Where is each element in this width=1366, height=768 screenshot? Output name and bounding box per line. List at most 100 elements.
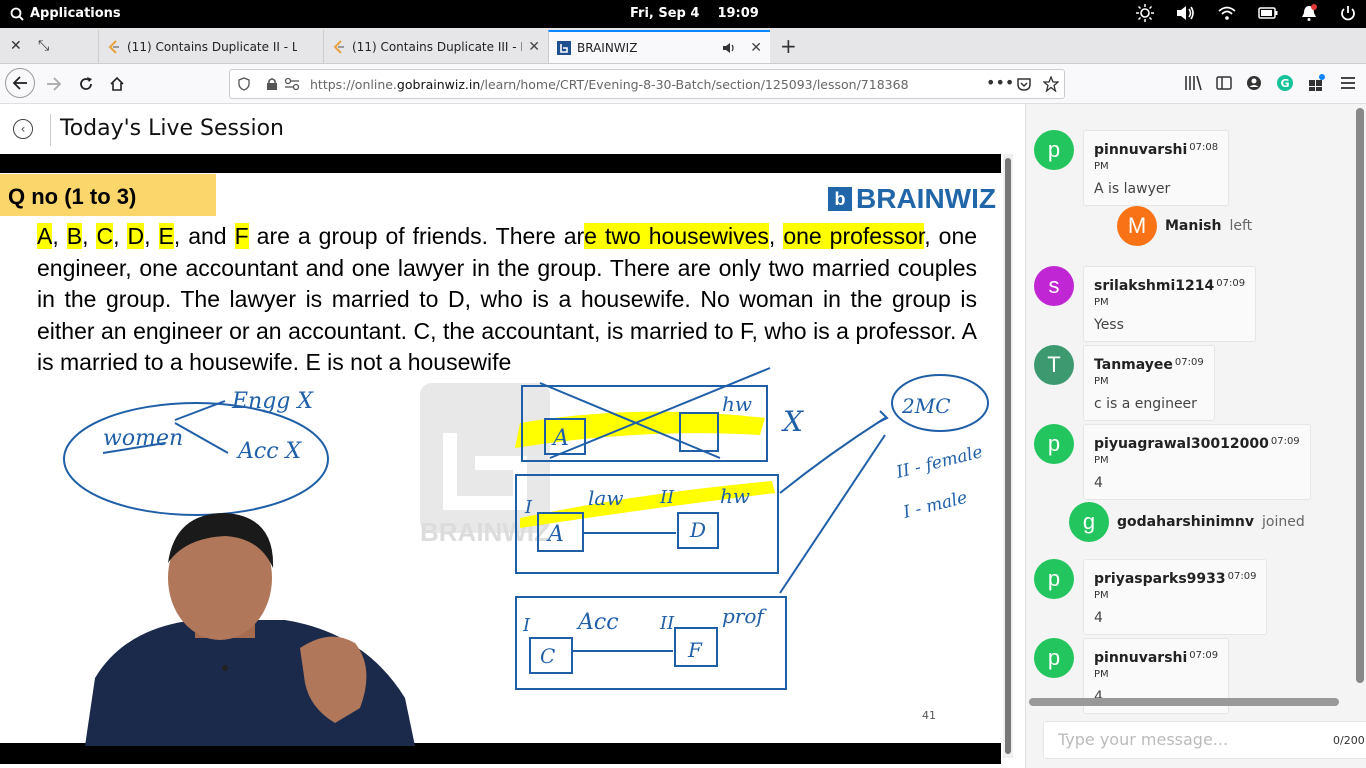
date-text: Fri, Sep 4 [630,6,700,21]
toolbar-icons: G [1184,74,1356,92]
scrollbar-thumb[interactable] [1005,158,1011,754]
content-scrollbar[interactable] [1003,154,1013,758]
home-icon [110,76,124,91]
handwriting-hw: hw [720,484,750,508]
message-author: piyuagrawal30012000 [1094,436,1269,452]
event-user: Manish [1165,218,1222,234]
url-path: /learn/home/CRT/Evening-8-30-Batch/secti… [480,76,909,92]
tab-contains-duplicate-iii[interactable]: (11) Contains Duplicate III - Le ✕ [323,30,548,63]
user-avatar: T [1034,345,1074,385]
close-tab-icon[interactable]: ✕ [528,39,540,55]
user-avatar: p [1034,424,1074,464]
reload-button[interactable] [72,70,100,98]
browser-nav-bar: https://online.gobrainwiz.in/learn/home/… [0,64,1366,104]
handwriting-d: D [689,518,706,542]
page-actions-icon[interactable]: ••• [986,73,1014,92]
message-text: Yess [1094,317,1124,333]
brightness-icon[interactable] [1136,4,1154,22]
power-icon[interactable] [1340,5,1356,21]
character-counter: 0/200 [1333,734,1365,747]
handwriting-hw: hw [722,392,752,416]
event-action: left [1229,218,1253,234]
handwriting-prof: prof [722,604,767,628]
arrow-left-icon [12,76,27,90]
clock[interactable]: Fri, Sep 4 19:09 [630,6,759,21]
leetcode-icon [108,39,119,54]
event-user: godaharshinimnv [1117,514,1254,530]
system-tray [1136,4,1356,22]
chat-input-box[interactable]: 0/200 [1043,721,1366,759]
event-row: g godaharshinimnv joined [1069,502,1305,542]
handwriting-numeral: II [659,613,675,634]
header-divider [50,114,51,146]
handwriting-numeral: I [524,497,533,518]
chat-vertical-scrollbar[interactable] [1356,108,1364,683]
user-avatar: M [1117,206,1157,246]
user-avatar: p [1034,638,1074,678]
slide-page-number: 41 [922,709,936,722]
pocket-icon[interactable] [1016,76,1032,92]
search-icon [10,7,24,21]
close-window-icon[interactable]: ✕ [10,38,22,54]
extensions-icon[interactable] [1308,74,1326,92]
speaker-icon[interactable] [723,42,737,54]
browser-tab-bar: ✕ ⤡ (11) Contains Duplicate II - Le (11)… [0,28,1366,64]
arrow-head [876,410,889,424]
handwriting-f: F [687,638,703,662]
arrow-right-icon [47,77,62,91]
chat-horizontal-scrollbar[interactable] [1029,698,1339,706]
volume-icon[interactable] [1176,4,1196,22]
handwriting-a: A [551,426,569,451]
shield-icon[interactable] [237,77,251,91]
handwriting-c: C [540,644,555,668]
applications-label: Applications [30,6,121,21]
reload-icon [80,77,92,90]
account-icon[interactable] [1246,75,1262,91]
handwriting-numeral: I [522,615,531,636]
library-icon[interactable] [1184,75,1202,91]
handwriting-2mc: 2MC [901,394,951,418]
tab-contains-duplicate-ii[interactable]: (11) Contains Duplicate II - Le [98,30,323,63]
message-author: pinnuvarshi [1094,142,1188,158]
page-header: ‹ Today's Live Session [0,104,1024,154]
menu-icon[interactable] [1340,76,1356,90]
wifi-icon[interactable] [1218,5,1236,21]
message-text: A is lawyer [1094,181,1171,197]
message-bubble: piyuagrawal30012000 07:09 PM 4 [1083,424,1311,500]
grammarly-icon[interactable]: G [1276,74,1294,92]
sidebar-icon[interactable] [1216,75,1232,91]
tab-brainwiz[interactable]: BRAINWIZ ✕ [548,30,770,63]
bookmark-star-icon[interactable] [1043,76,1059,92]
lock-icon[interactable] [266,77,278,91]
message-text: 4 [1094,610,1103,626]
address-bar[interactable]: https://online.gobrainwiz.in/learn/home/… [229,69,1065,99]
user-avatar: p [1034,559,1074,599]
forward-button[interactable] [40,70,68,98]
back-button[interactable] [5,68,35,98]
close-tab-icon[interactable]: ✕ [750,40,762,56]
notification-icon[interactable] [1300,4,1318,22]
handwriting-x: X [781,405,804,438]
restore-window-icon[interactable]: ⤡ [38,38,49,54]
home-button[interactable] [103,70,131,98]
chevron-left-icon: ‹ [20,122,26,136]
handwriting-women: women [103,426,183,451]
message-bubble: Tanmayee 07:09 PM c is a engineer [1083,345,1215,421]
permissions-icon[interactable] [284,77,300,91]
applications-menu[interactable]: Applications [10,6,121,21]
message-bubble: srilakshmi1214 07:09 PM Yess [1083,266,1257,342]
handwriting-numeral: II [659,487,675,508]
battery-icon[interactable] [1258,6,1278,20]
tab-title: (11) Contains Duplicate II - Le [127,39,297,54]
new-tab-icon[interactable]: + [780,34,797,58]
chat-message-input[interactable] [1058,730,1308,749]
chat-panel: p pinnuvarshi 07:08 PM A is lawyer M Manish le… [1025,104,1366,768]
message-text: c is a engineer [1094,396,1197,412]
message-bubble: pinnuvarshi 07:08 PM A is lawyer [1083,130,1230,206]
back-to-course-button[interactable]: ‹ [13,119,33,139]
handwriting-female: II - female [893,442,984,483]
page-title: Today's Live Session [60,116,284,141]
message-author: Tanmayee [1094,357,1173,373]
leetcode-icon [333,39,344,54]
message-bubble: priyasparks9933 07:09 PM 4 [1083,559,1268,635]
